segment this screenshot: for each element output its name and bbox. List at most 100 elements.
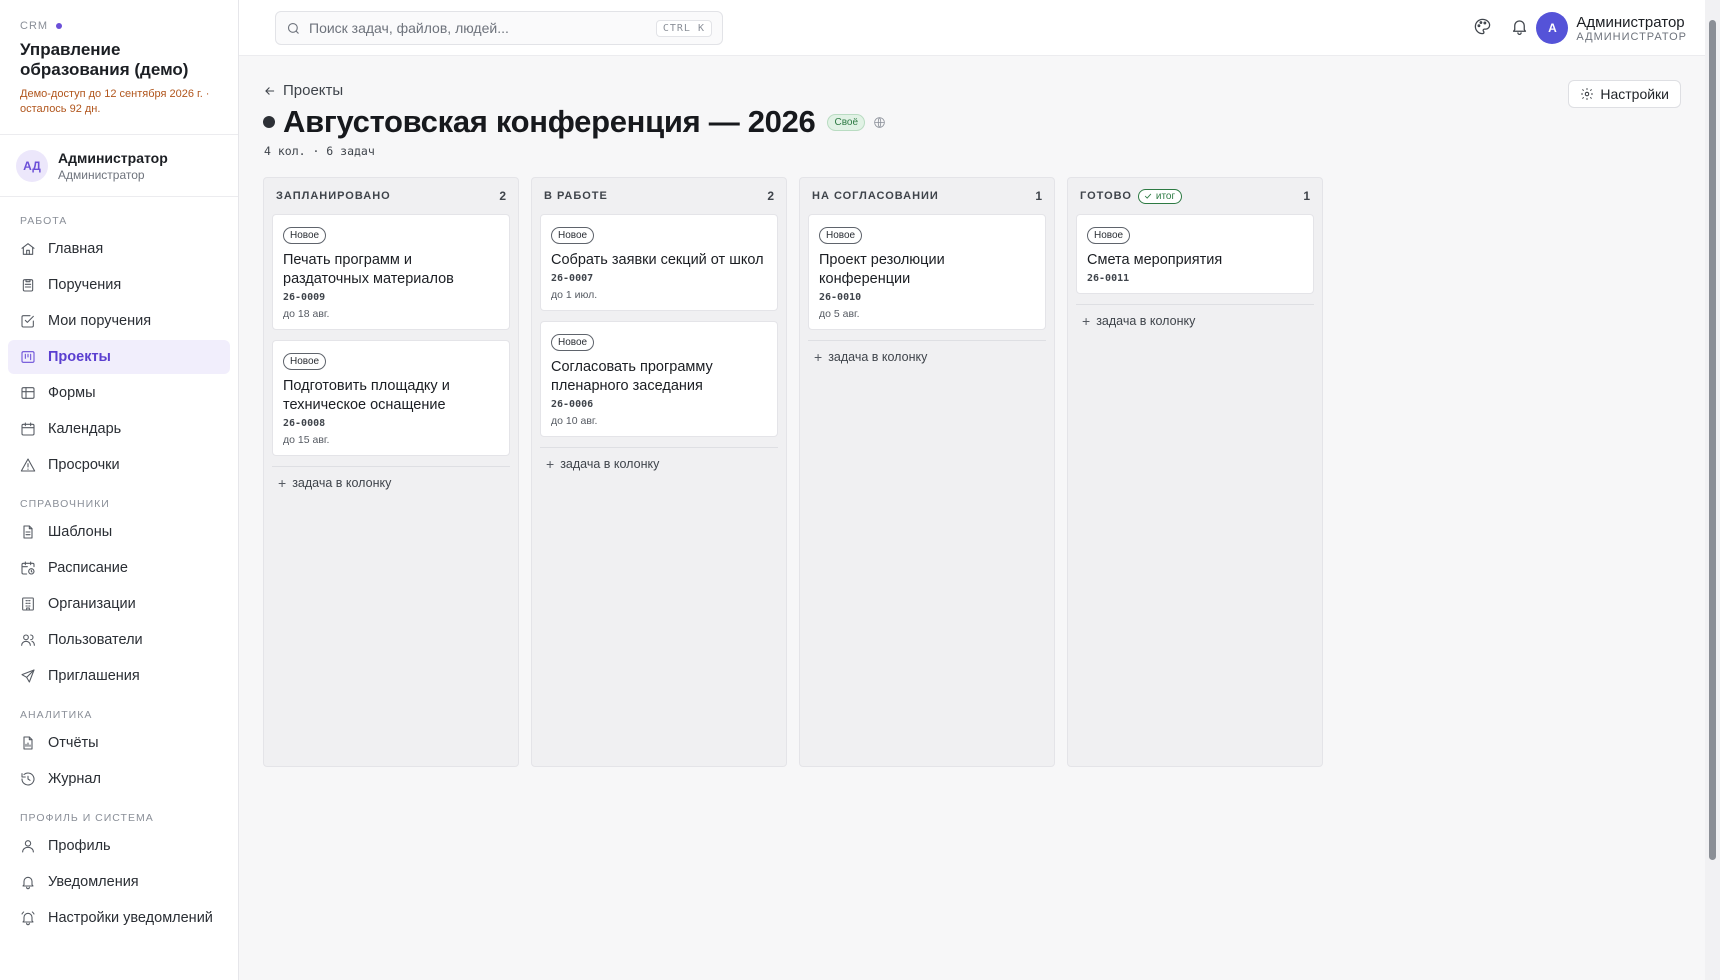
sidebar-item-label: Организации [48, 596, 136, 612]
sidebar-item-calendar-clock[interactable]: Расписание [8, 551, 230, 585]
topbar-actions [1473, 17, 1529, 36]
status-dot-icon [56, 23, 63, 29]
task-card[interactable]: Новое Смета мероприятия 26-0011 [1076, 214, 1314, 294]
sidebar-item-clipboard[interactable]: Поручения [8, 268, 230, 302]
plus-icon: + [814, 349, 823, 365]
sidebar-item-label: Уведомления [48, 874, 139, 890]
visibility-badge: Своё [827, 113, 866, 131]
main-content: Проекты Настройки Августовская конференц… [239, 56, 1705, 980]
bell-ring-icon [21, 911, 35, 926]
task-card[interactable]: Новое Проект резолюции конференции 26-0010… [808, 214, 1046, 330]
sidebar-item-bell-ring[interactable]: Настройки уведомлений [8, 901, 230, 935]
task-card[interactable]: Новое Согласовать программу пленарного за… [540, 321, 778, 437]
sidebar-item-check-square[interactable]: Мои поручения [8, 304, 230, 338]
scrollbar-thumb[interactable] [1709, 20, 1716, 860]
org-title: Управление образования (демо) [20, 40, 189, 79]
sidebar-item-label: Журнал [48, 771, 101, 787]
sidebar-item-kanban[interactable]: Проекты [8, 340, 230, 374]
sidebar-item-alert-triangle[interactable]: Просрочки [8, 448, 230, 482]
search-box[interactable]: CTRL K [275, 11, 723, 45]
kanban-column: Запланировано 2 Новое Печать программ и раз… [263, 177, 519, 767]
column-title-wrap: Запланировано [276, 190, 391, 202]
column-count: 2 [767, 189, 774, 203]
task-title: Проект резолюции конференции [819, 252, 945, 287]
status-badge: Новое [1087, 227, 1131, 244]
page-title: Августовская конференция — 2026 [283, 104, 816, 139]
nav-section-title: Профиль и система [20, 812, 154, 824]
sidebar-nav: Работа Главная Поручения Мои поручения Проек… [0, 197, 238, 945]
task-code: 26-0011 [1087, 273, 1130, 284]
status-badge: Новое [551, 334, 595, 351]
column-title: На согласовании [812, 190, 939, 202]
sidebar-item-label: Профиль [48, 838, 111, 854]
topbar-user[interactable]: А Администратор Администратор [1536, 12, 1687, 44]
sidebar-item-users[interactable]: Пользователи [8, 623, 230, 657]
column-header: В работе 2 [540, 186, 778, 206]
table-icon [21, 387, 35, 399]
settings-label: Настройки [1600, 86, 1669, 102]
sidebar-item-table[interactable]: Формы [8, 376, 230, 410]
column-count: 1 [1303, 189, 1310, 203]
column-title-wrap: На согласовании [812, 190, 939, 202]
send-icon [21, 669, 35, 683]
sidebar-item-file-text[interactable]: Шаблоны [8, 515, 230, 549]
sidebar: CRM Управление образования (демо) Демо-д… [0, 0, 239, 980]
back-label: Проекты [283, 82, 344, 99]
add-task-button[interactable]: + задача в колонку [808, 341, 1046, 373]
sidebar-item-send[interactable]: Приглашения [8, 659, 230, 693]
sidebar-item-report[interactable]: Отчёты [8, 726, 230, 760]
calendar-icon [21, 422, 35, 436]
back-to-projects-link[interactable]: Проекты [263, 82, 343, 99]
brand-label: CRM [20, 20, 49, 32]
sidebar-item-user[interactable]: Профиль [8, 829, 230, 863]
sidebar-item-building[interactable]: Организации [8, 587, 230, 621]
sidebar-item-label: Главная [48, 241, 104, 257]
palette-icon[interactable] [1473, 17, 1492, 36]
add-task-button[interactable]: + задача в колонку [1076, 305, 1314, 337]
kanban-icon [21, 351, 35, 363]
bell-icon[interactable] [1510, 17, 1529, 36]
final-badge-label: итог [1155, 190, 1176, 202]
search-shortcut: CTRL K [655, 19, 712, 37]
task-card[interactable]: Новое Подготовить площадку и техническое … [272, 340, 510, 456]
status-badge: Новое [551, 227, 595, 244]
report-icon [23, 736, 33, 750]
search-input[interactable] [309, 20, 648, 36]
sidebar-item-home[interactable]: Главная [8, 232, 230, 266]
avatar: АД [16, 149, 48, 182]
column-title-wrap: Готово итог [1080, 188, 1183, 204]
history-icon [21, 772, 35, 786]
sidebar-item-label: Проекты [48, 349, 111, 365]
status-badge: Новое [283, 227, 327, 244]
bell-icon [22, 876, 34, 890]
add-task-button[interactable]: + задача в колонку [272, 467, 510, 499]
sidebar-item-label: Просрочки [48, 457, 120, 473]
nav-section-title: Справочники [20, 498, 110, 510]
task-title: Смета мероприятия [1087, 252, 1223, 268]
task-due-date: до 5 авг. [819, 308, 860, 320]
file-text-icon [23, 525, 33, 539]
sidebar-item-label: Шаблоны [48, 524, 113, 540]
project-title-row: Августовская конференция — 2026 Своё [263, 104, 886, 140]
add-task-label: задача в колонку [560, 457, 660, 471]
final-column-badge: итог [1137, 188, 1183, 204]
task-due-date: до 10 авг. [551, 415, 598, 427]
scrollbar[interactable] [1705, 0, 1720, 980]
task-card[interactable]: Новое Собрать заявки секций от школ 26-000… [540, 214, 778, 311]
project-settings-button[interactable]: Настройки [1568, 80, 1681, 108]
sidebar-user-name: Администратор [58, 149, 168, 166]
globe-icon[interactable] [873, 116, 886, 129]
sidebar-user[interactable]: АД Администратор Администратор [0, 135, 238, 197]
kanban-column: На согласовании 1 Новое Проект резолюции ко… [799, 177, 1055, 767]
gear-icon [1581, 88, 1594, 100]
add-task-button[interactable]: + задача в колонку [540, 448, 778, 480]
column-title: Готово [1080, 190, 1132, 202]
task-card[interactable]: Новое Печать программ и раздаточных матер… [272, 214, 510, 330]
sidebar-item-history[interactable]: Журнал [8, 762, 230, 796]
sidebar-item-bell[interactable]: Уведомления [8, 865, 230, 899]
kanban-column: В работе 2 Новое Собрать заявки секций от ш… [531, 177, 787, 767]
sidebar-item-calendar[interactable]: Календарь [8, 412, 230, 446]
